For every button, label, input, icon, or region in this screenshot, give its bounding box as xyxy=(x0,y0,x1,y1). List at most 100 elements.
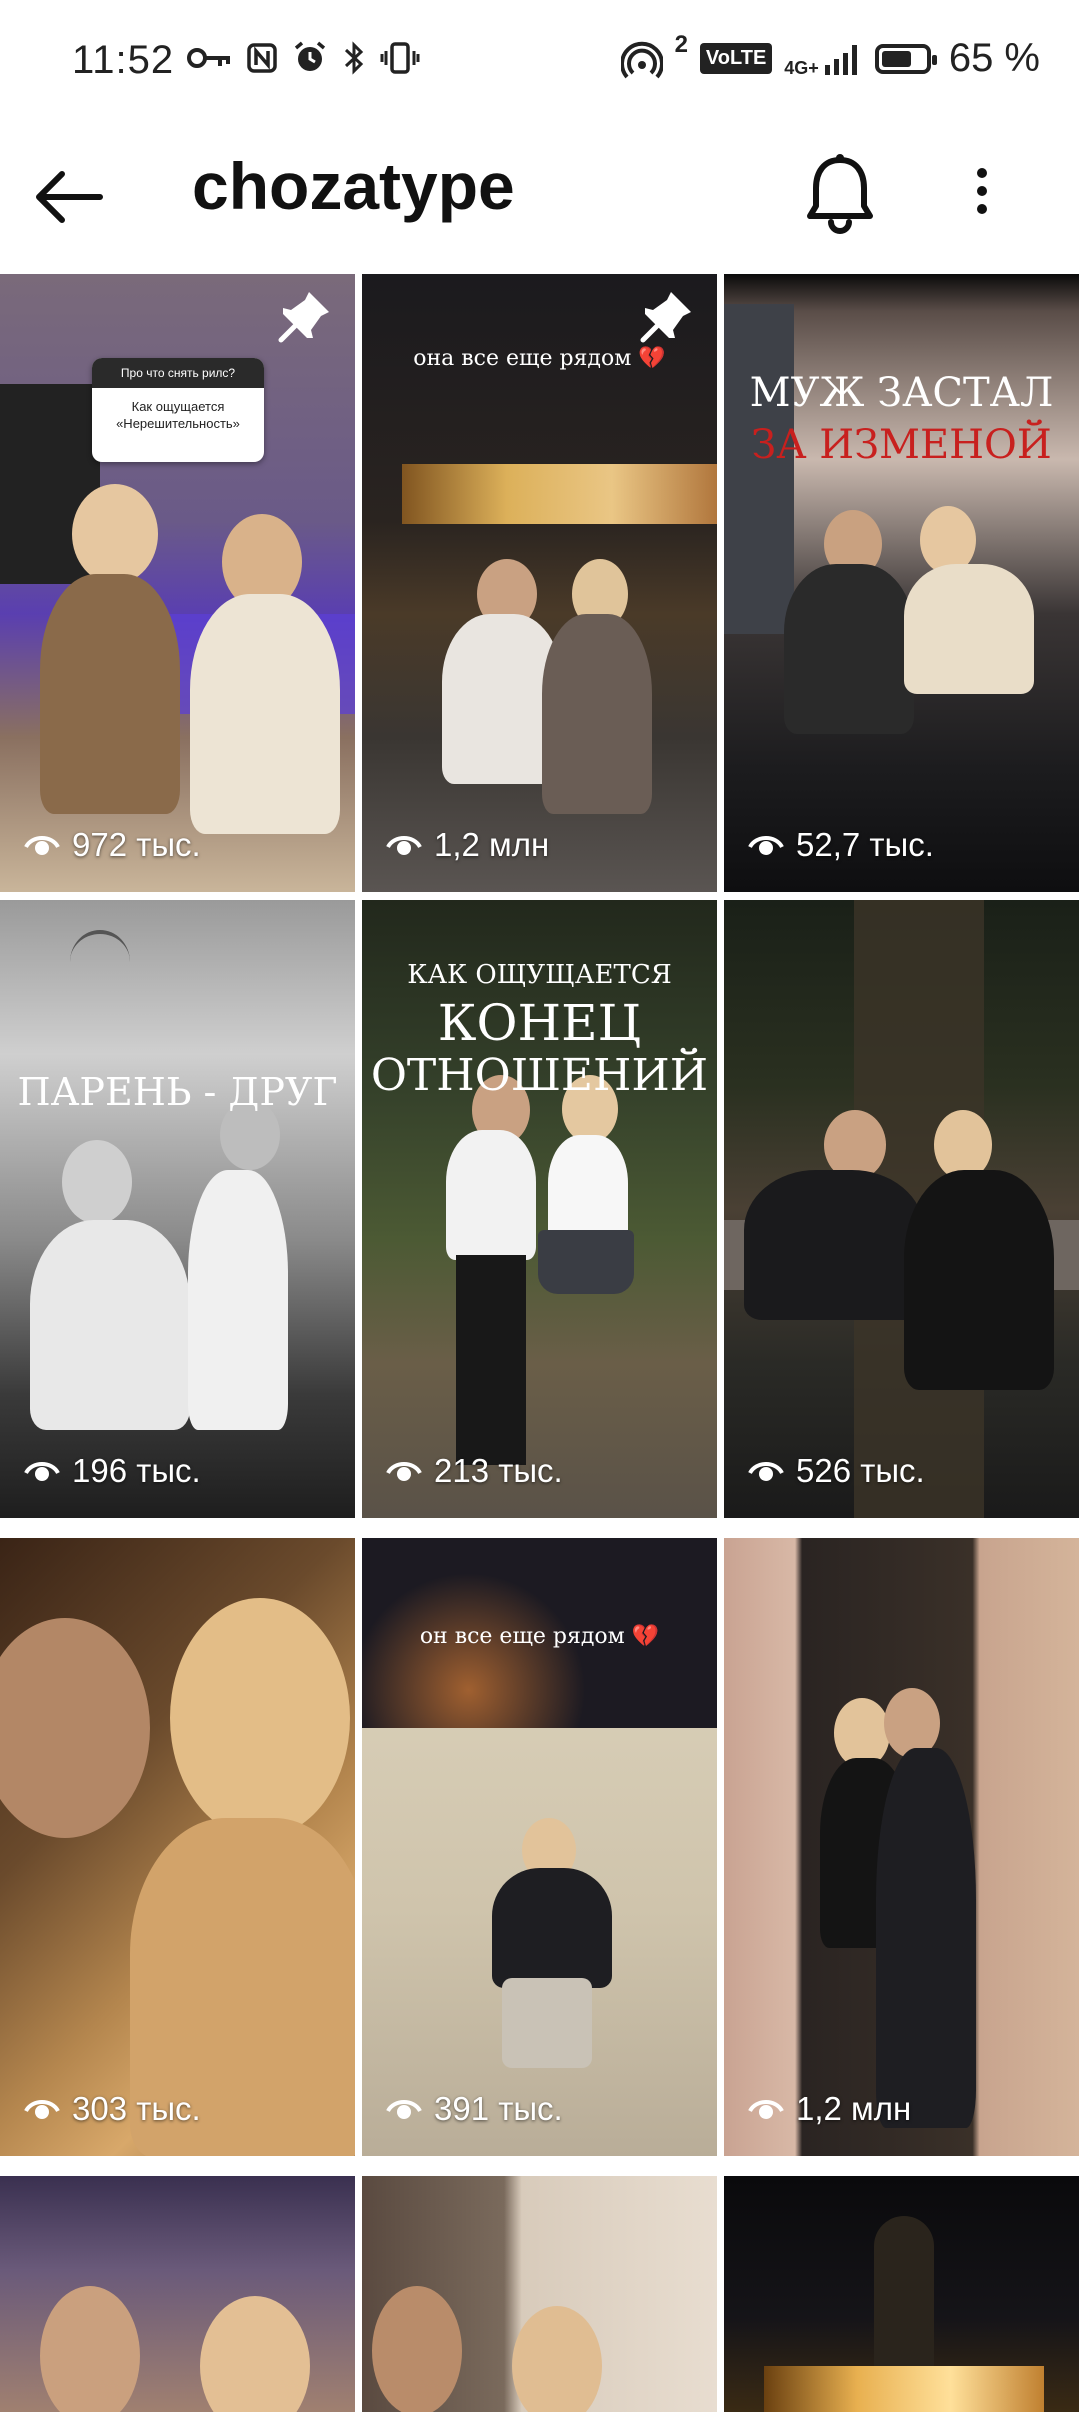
woman-body xyxy=(492,1868,612,1988)
reel-tile-5[interactable]: КАК ОЩУЩАЕТСЯ КОНЕЦ ОТНОШЕНИЙ 213 тыс. xyxy=(362,900,717,1518)
eye-icon xyxy=(386,836,422,855)
eye-icon xyxy=(386,1462,422,1481)
volte-badge: VoLTE xyxy=(699,43,773,74)
view-count: 196 тыс. xyxy=(24,1452,201,1490)
eye-icon xyxy=(24,2100,60,2119)
man-legs xyxy=(456,1255,526,1465)
key-icon xyxy=(187,48,230,68)
reel-tile-7[interactable]: 303 тыс. xyxy=(0,1538,355,2156)
reel-tile-10[interactable] xyxy=(0,2176,355,2412)
reel-tile-1[interactable]: Про что снять рилс? Как ощущается «Нереш… xyxy=(0,274,355,892)
app-header: chozatype xyxy=(0,120,1080,272)
notifications-button[interactable] xyxy=(800,150,880,240)
reel-tile-4[interactable]: ПАРЕНЬ - ДРУГ 196 тыс. xyxy=(0,900,355,1518)
reel-caption: он все еще рядом 💔 xyxy=(419,1624,660,1649)
curtain xyxy=(724,304,794,634)
back-button[interactable] xyxy=(30,162,110,232)
eye-icon xyxy=(748,1462,784,1481)
woman-body xyxy=(904,564,1034,694)
lit-building xyxy=(764,2366,1044,2412)
cell-signal: 4G+ xyxy=(784,41,863,77)
woman-figure xyxy=(62,1140,132,1224)
view-count: 972 тыс. xyxy=(24,826,201,864)
view-count: 1,2 млн xyxy=(386,826,549,864)
woman-body xyxy=(904,1170,1054,1390)
woman-legs xyxy=(502,1978,592,2068)
more-options-button[interactable] xyxy=(952,160,1012,240)
arrow-left-icon xyxy=(36,171,103,223)
man-body xyxy=(188,1170,288,1430)
reel-caption-line1: МУЖ ЗАСТАЛ xyxy=(749,370,1054,416)
tower xyxy=(874,2216,934,2366)
reel-caption-line3: ОТНОШЕНИЙ xyxy=(370,1050,709,1101)
man-body xyxy=(190,594,340,834)
reel-tile-6[interactable]: 526 тыс. xyxy=(724,900,1079,1518)
reel-caption-line1: КАК ОЩУЩАЕТСЯ xyxy=(407,960,672,990)
man-body xyxy=(876,1748,976,2128)
bell-icon xyxy=(807,154,873,234)
view-count-text: 52,7 тыс. xyxy=(796,826,934,863)
status-left-icons xyxy=(186,40,420,76)
question-sticker: Про что снять рилс? Как ощущается «Нереш… xyxy=(92,358,264,462)
battery-percent: 65 % xyxy=(948,36,1040,80)
view-count-text: 1,2 млн xyxy=(796,2090,912,2127)
view-count: 213 тыс. xyxy=(386,1452,563,1490)
eye-icon xyxy=(748,836,784,855)
reel-caption-line2: ЗА ИЗМЕНОЙ xyxy=(751,422,1052,468)
reel-caption: ПАРЕНЬ - ДРУГ xyxy=(17,1070,338,1114)
reel-tile-8[interactable]: он все еще рядом 💔 391 тыс. xyxy=(362,1538,717,2156)
view-count: 391 тыс. xyxy=(386,2090,563,2128)
eye-icon xyxy=(24,1462,60,1481)
reel-tile-11[interactable] xyxy=(362,2176,717,2412)
view-count: 526 тыс. xyxy=(748,1452,925,1490)
hotspot-icon xyxy=(620,41,663,78)
lit-building xyxy=(402,464,717,524)
view-count-text: 196 тыс. xyxy=(72,1452,201,1489)
man-body xyxy=(744,1170,924,1320)
man-figure xyxy=(0,1618,150,1838)
chandelier xyxy=(70,930,130,994)
woman-skirt xyxy=(538,1230,634,1294)
woman-figure xyxy=(72,484,158,584)
woman-figure xyxy=(170,1598,350,1838)
man-figure xyxy=(40,2286,140,2412)
man-body xyxy=(784,564,914,734)
eye-icon xyxy=(386,2100,422,2119)
status-time: 11:52 xyxy=(72,38,175,82)
woman-body xyxy=(40,574,180,814)
more-vertical-icon xyxy=(952,168,1012,214)
woman-figure xyxy=(512,2306,602,2412)
woman-figure xyxy=(200,2296,310,2412)
view-count-text: 1,2 млн xyxy=(434,826,550,863)
man-figure xyxy=(372,2286,462,2412)
question-sticker-text: Как ощущается «Нерешительность» xyxy=(116,399,240,431)
view-count-text: 213 тыс. xyxy=(434,1452,563,1489)
view-count-text: 303 тыс. xyxy=(72,2090,201,2127)
signal-superscript: 2 xyxy=(674,31,688,58)
view-count-text: 391 тыс. xyxy=(434,2090,563,2127)
man-body xyxy=(446,1130,536,1260)
view-count: 1,2 млн xyxy=(748,2090,911,2128)
status-bar: 11:52 2 VoLTE 4G+ 65 % xyxy=(0,0,1080,120)
view-count: 52,7 тыс. xyxy=(748,826,934,864)
battery-icon xyxy=(874,43,937,74)
reel-tile-12[interactable] xyxy=(724,2176,1079,2412)
view-count: 303 тыс. xyxy=(24,2090,201,2128)
profile-username: chozatype xyxy=(192,149,515,223)
view-count-text: 526 тыс. xyxy=(796,1452,925,1489)
alarm-icon xyxy=(294,41,326,71)
vibrate-icon xyxy=(380,42,420,74)
status-right-icons: 2 VoLTE 4G+ 65 % xyxy=(620,31,1040,81)
reel-tile-3[interactable]: МУЖ ЗАСТАЛ ЗА ИЗМЕНОЙ 52,7 тыс. xyxy=(724,274,1079,892)
pin-icon xyxy=(278,292,329,343)
bluetooth-icon xyxy=(344,41,364,75)
pin-icon xyxy=(640,292,691,343)
view-count-text: 972 тыс. xyxy=(72,826,201,863)
reel-tile-2[interactable]: она все еще рядом 💔 1,2 млн xyxy=(362,274,717,892)
reel-caption-line2: КОНЕЦ xyxy=(437,994,642,1052)
nfc-icon xyxy=(247,43,277,73)
eye-icon xyxy=(748,2100,784,2119)
cell-signal-icon xyxy=(824,44,857,75)
network-type: 4G+ xyxy=(784,57,819,78)
reel-tile-9[interactable]: 1,2 млн xyxy=(724,1538,1079,2156)
